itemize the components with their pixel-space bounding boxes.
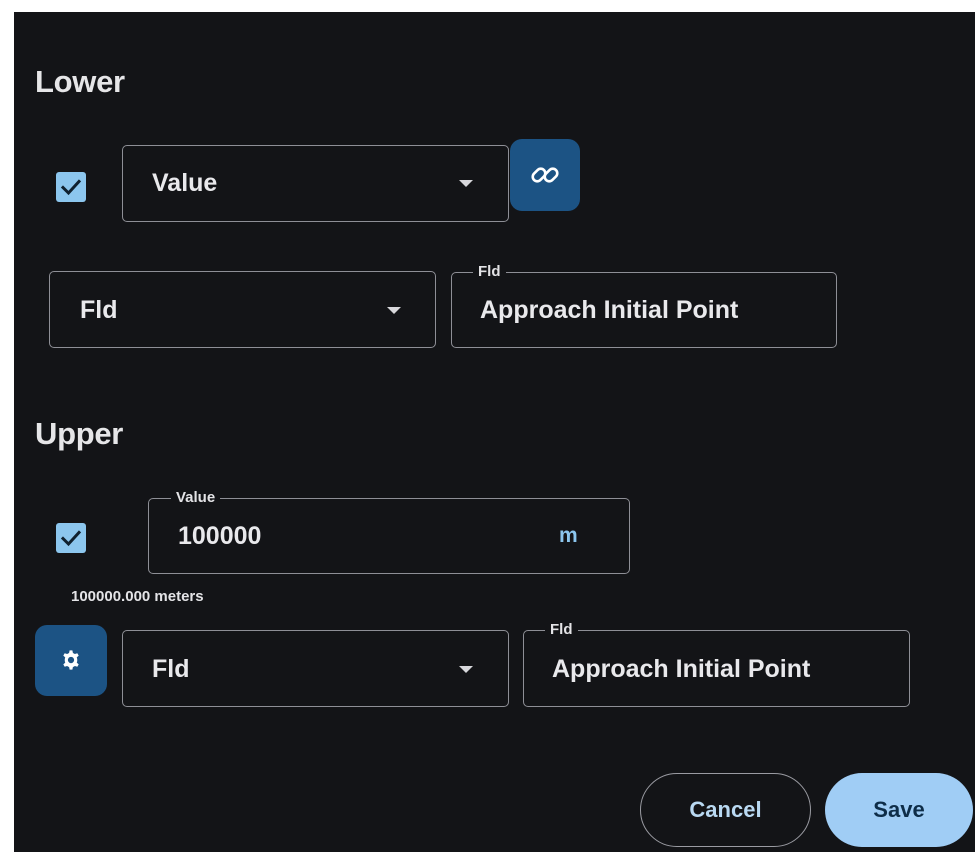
lower-fld-field-value: Approach Initial Point — [480, 296, 739, 324]
save-button[interactable]: Save — [825, 773, 973, 847]
upper-heading: Upper — [35, 416, 124, 451]
upper-value-helper-text: 100000.000 meters — [71, 588, 204, 605]
chevron-down-icon — [459, 180, 473, 187]
lower-heading: Lower — [35, 64, 125, 99]
upper-value-field-value: 100000 — [178, 522, 262, 550]
checkmark-icon — [60, 179, 82, 196]
range-dialog: Lower Value Fld Fld Approach Initial Poi… — [14, 12, 975, 852]
upper-value-field[interactable]: Value 100000 m — [148, 490, 630, 574]
upper-fld-select-value: Fld — [152, 655, 190, 683]
lower-fld-field-label: Fld — [473, 264, 506, 280]
lower-enabled-checkbox[interactable] — [56, 172, 86, 202]
upper-fld-field-label: Fld — [545, 622, 578, 638]
gear-icon — [63, 650, 79, 670]
lower-type-select-value: Value — [152, 169, 218, 197]
chevron-down-icon — [387, 307, 401, 314]
upper-value-unit: m — [559, 524, 578, 547]
upper-fld-field-value: Approach Initial Point — [552, 655, 811, 683]
chevron-down-icon — [459, 666, 473, 673]
cancel-button[interactable]: Cancel — [640, 773, 811, 847]
lower-type-select[interactable]: Value — [122, 145, 509, 222]
upper-fld-field[interactable]: Fld Approach Initial Point — [523, 622, 910, 707]
upper-fld-select[interactable]: Fld — [122, 630, 509, 707]
lower-fld-field[interactable]: Fld Approach Initial Point — [451, 264, 837, 348]
link-button[interactable] — [510, 139, 580, 211]
upper-enabled-checkbox[interactable] — [56, 523, 86, 553]
lower-fld-select-value: Fld — [80, 296, 118, 324]
upper-value-field-label: Value — [171, 490, 221, 506]
link-icon — [531, 167, 559, 183]
checkmark-icon — [60, 530, 82, 547]
lower-fld-select[interactable]: Fld — [49, 271, 436, 348]
settings-button[interactable] — [35, 625, 107, 696]
